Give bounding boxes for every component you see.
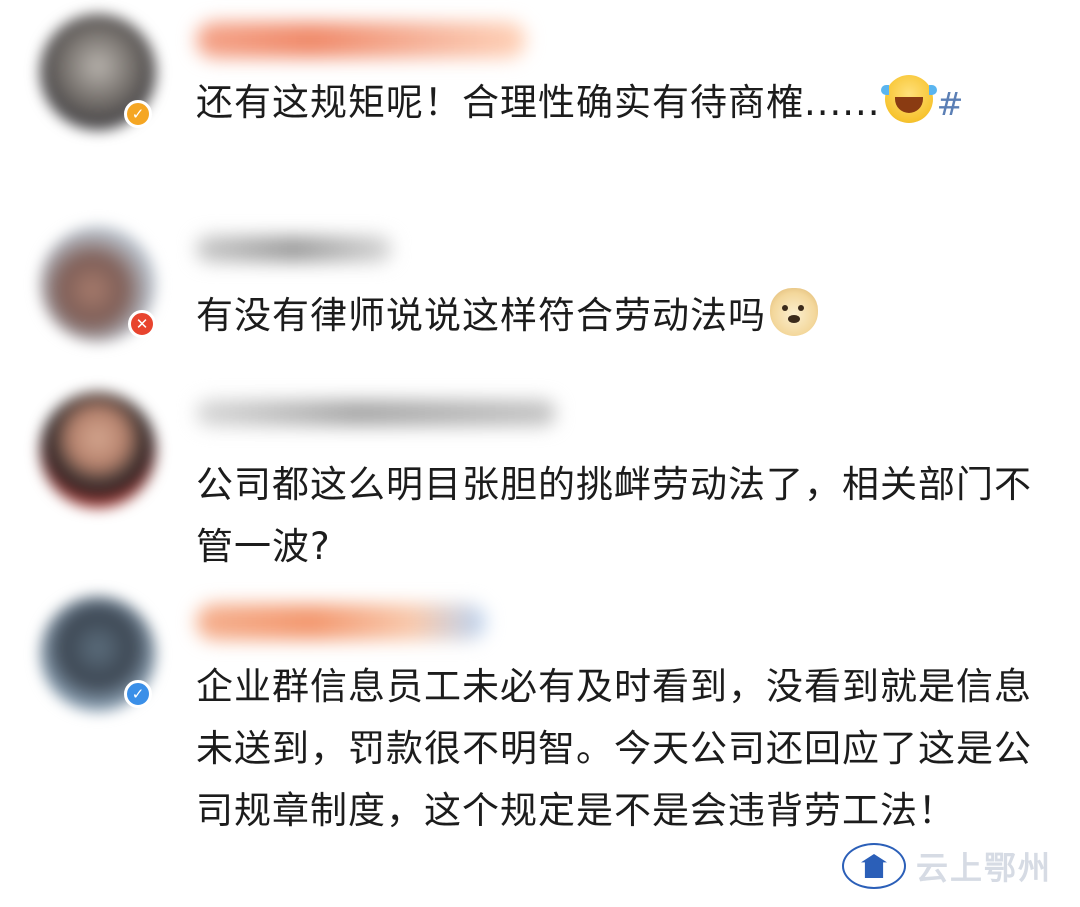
username[interactable]	[196, 400, 556, 426]
username[interactable]	[196, 22, 526, 58]
username[interactable]	[196, 604, 486, 640]
laughing-crying-emoji-icon	[880, 75, 937, 123]
comment-text: 企业群信息员工未必有及时看到，没看到就是信息未送到，罚款很不明智。今天公司还回应…	[196, 656, 1046, 842]
comment-body: 还有这规矩呢！合理性确实有待商榷......	[196, 81, 881, 124]
comment-body: 有没有律师说说这样符合劳动法吗	[196, 294, 766, 337]
comment-text: 还有这规矩呢！合理性确实有待商榷...... #	[196, 72, 1056, 135]
watermark-text: 云上鄂州	[916, 849, 1053, 887]
badge-icon: ✕	[128, 310, 156, 338]
avatar[interactable]	[40, 392, 156, 508]
comment-body: 企业群信息员工未必有及时看到，没看到就是信息未送到，罚款很不明智。今天公司还回应…	[196, 665, 1032, 832]
watermark-logo-icon	[842, 843, 906, 889]
comment-body: 公司都这么明目张胆的挑衅劳动法了，相关部门不管一波?	[196, 463, 1032, 568]
verified-badge-icon: ✓	[124, 100, 152, 128]
hashtag-symbol[interactable]: #	[937, 85, 965, 123]
doge-emoji-icon	[770, 288, 818, 336]
username[interactable]	[196, 236, 392, 262]
verified-badge-icon: ✓	[124, 680, 152, 708]
watermark: 云上鄂州	[842, 838, 1052, 894]
comment-text: 公司都这么明目张胆的挑衅劳动法了，相关部门不管一波?	[196, 454, 1046, 578]
comment-text: 有没有律师说说这样符合劳动法吗	[196, 285, 1056, 347]
